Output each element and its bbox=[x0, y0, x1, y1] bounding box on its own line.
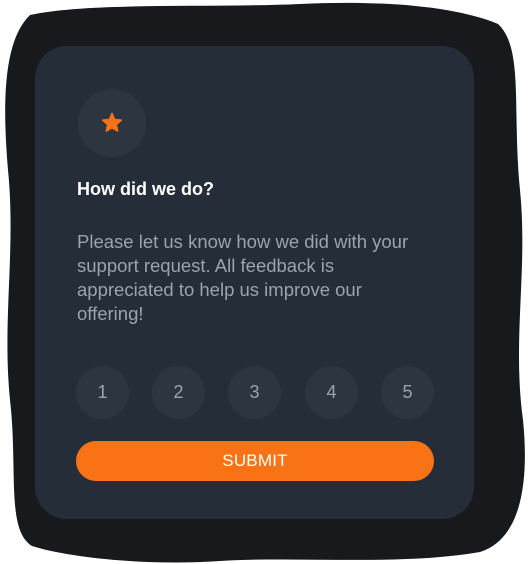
rating-button-1[interactable]: 1 bbox=[76, 366, 129, 419]
rating-button-3[interactable]: 3 bbox=[228, 366, 281, 419]
rating-button-4[interactable]: 4 bbox=[305, 366, 358, 419]
feedback-card: How did we do? Please let us know how we… bbox=[35, 46, 474, 519]
rating-button-2[interactable]: 2 bbox=[152, 366, 205, 419]
card-description: Please let us know how we did with your … bbox=[77, 231, 409, 324]
card-title: How did we do? bbox=[77, 179, 214, 199]
star-icon bbox=[102, 112, 122, 132]
rating-button-5[interactable]: 5 bbox=[381, 366, 434, 419]
rating-widget: How did we do? Please let us know how we… bbox=[0, 0, 529, 564]
rating-options: 1 2 3 4 5 bbox=[76, 366, 436, 420]
submit-button[interactable]: SUBMIT bbox=[76, 441, 434, 481]
star-icon-badge bbox=[78, 89, 146, 157]
